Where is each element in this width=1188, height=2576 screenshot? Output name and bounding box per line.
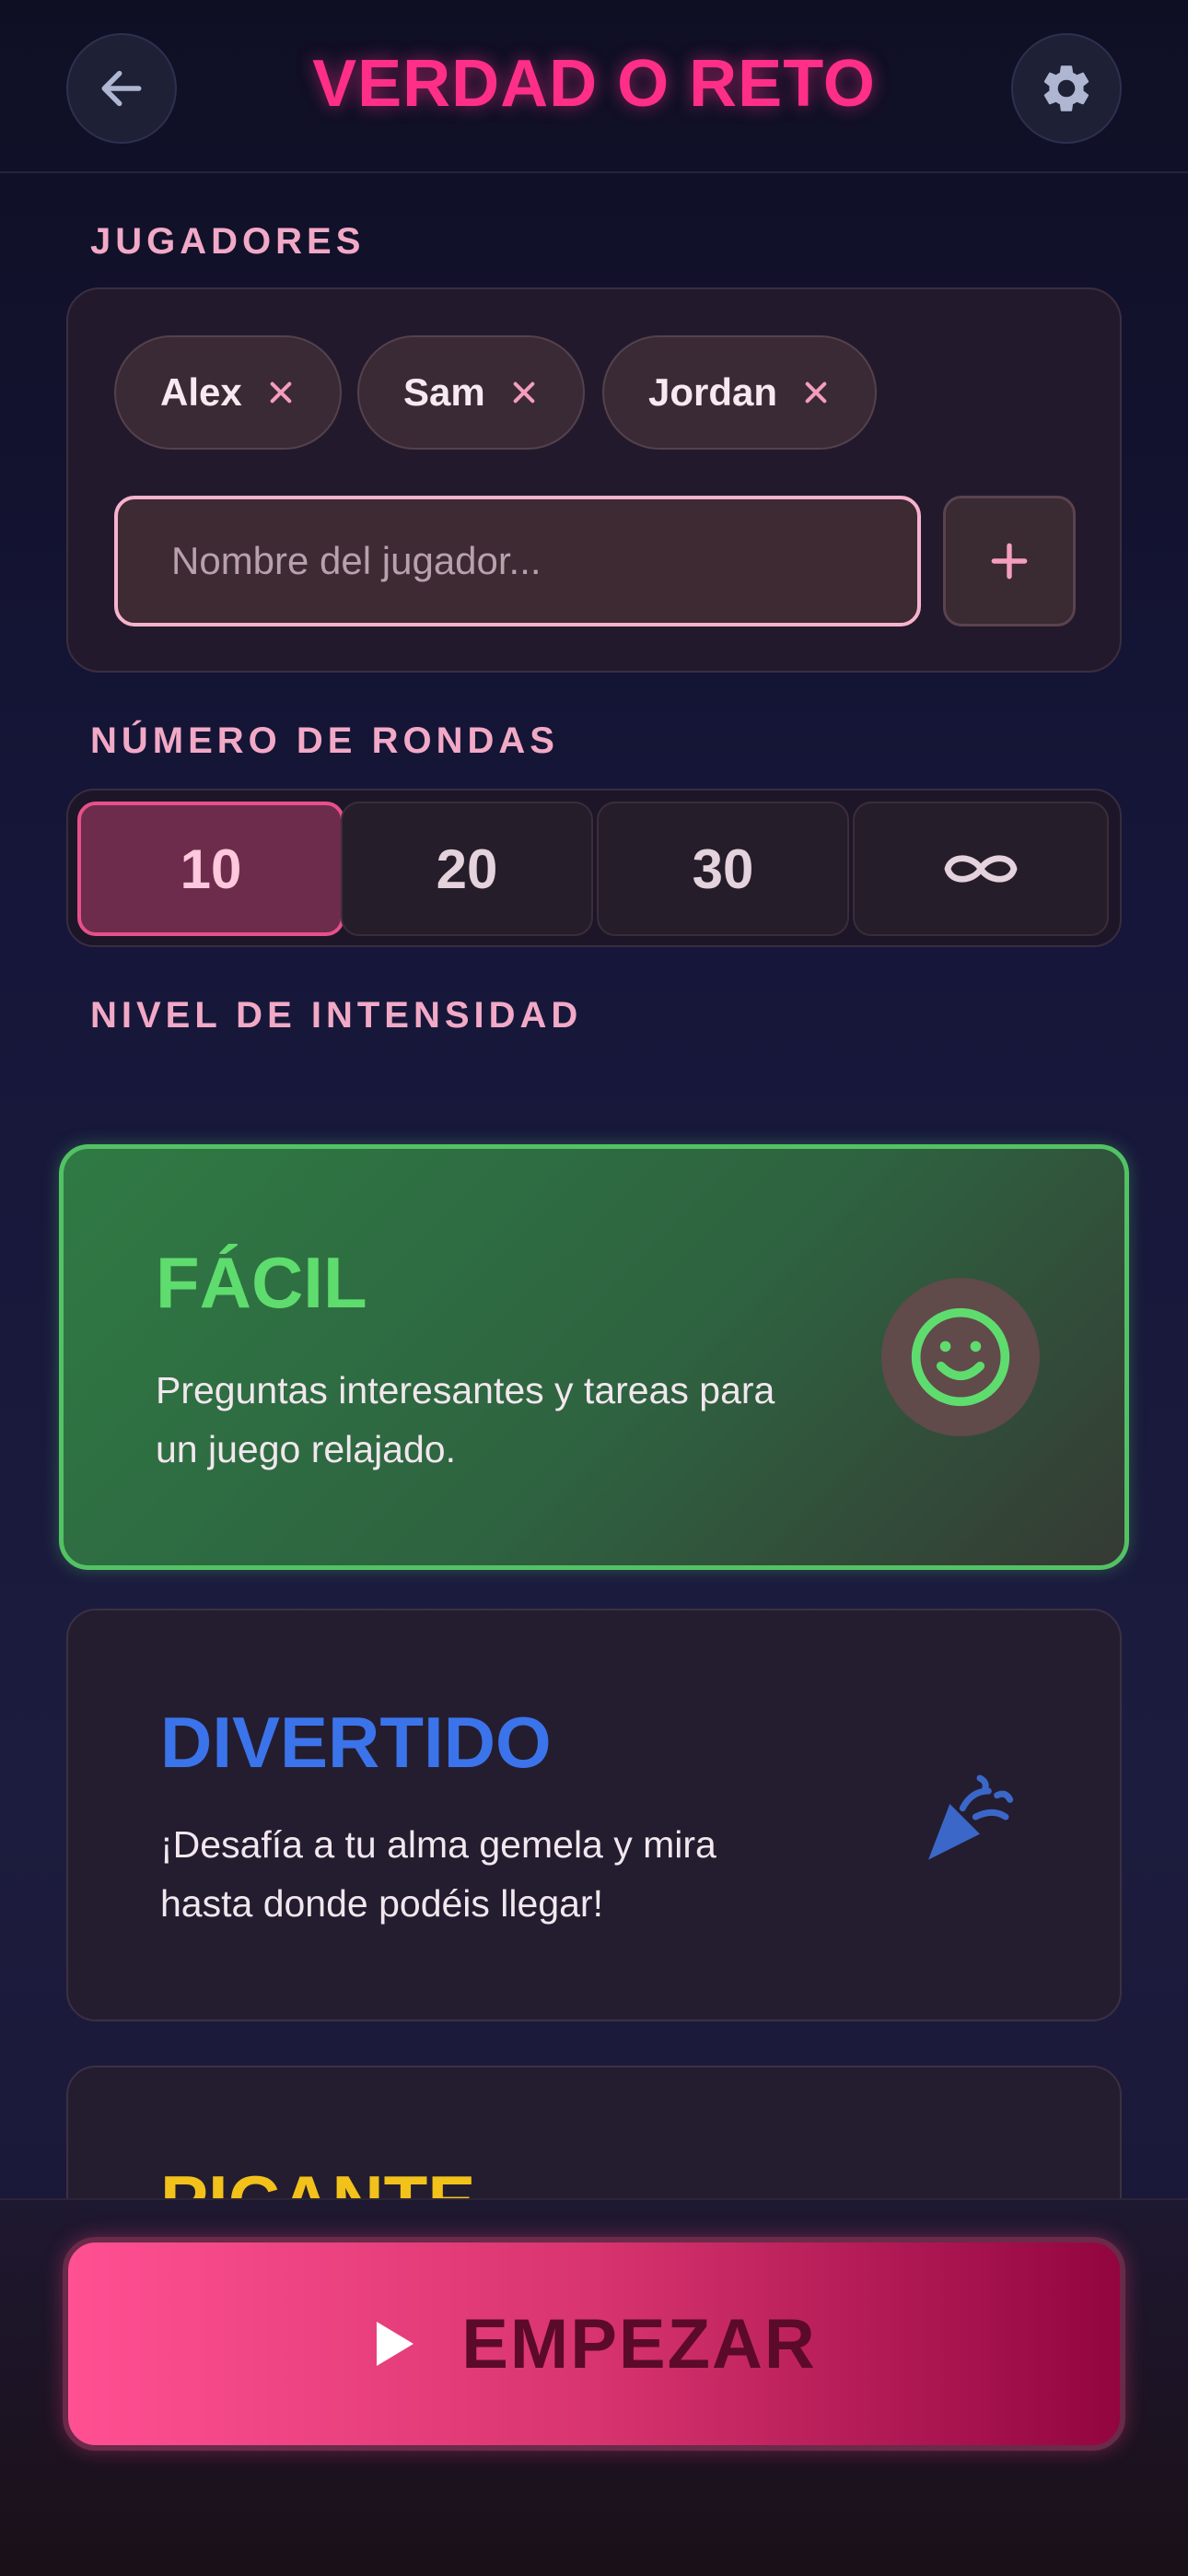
remove-player-button[interactable] [509, 378, 539, 407]
level-description: Preguntas interesantes y tareas para un … [156, 1369, 775, 1470]
player-name: Sam [403, 370, 485, 414]
plus-icon [991, 543, 1028, 580]
close-icon [805, 381, 827, 404]
round-option-20[interactable]: 20 [341, 802, 593, 936]
player-chip: Alex [114, 335, 342, 450]
gear-icon [1043, 65, 1089, 111]
infinity-icon [944, 855, 1018, 883]
level-icon-badge [881, 1278, 1040, 1436]
party-popper-icon [928, 1774, 1014, 1860]
close-icon [270, 381, 292, 404]
add-player-button[interactable] [943, 496, 1076, 626]
remove-player-button[interactable] [801, 378, 831, 407]
settings-button[interactable] [1011, 33, 1122, 144]
round-option-10[interactable]: 10 [77, 802, 344, 936]
player-chip: Jordan [602, 335, 878, 450]
player-name: Jordan [648, 370, 778, 414]
level-title: FÁCIL [156, 1242, 367, 1323]
round-option-infinite[interactable] [853, 802, 1109, 936]
rounds-section-label: NÚMERO DE RONDAS [90, 720, 559, 761]
level-description: ¡Desafía a tu alma gemela y mira hasta d… [160, 1823, 716, 1925]
player-name: Alex [160, 370, 242, 414]
app-title: VERDAD O RETO [312, 47, 876, 121]
level-title: DIVERTIDO [160, 1702, 552, 1783]
smiley-icon [911, 1307, 1010, 1407]
round-option-30[interactable]: 30 [597, 802, 849, 936]
player-name-input[interactable] [114, 496, 921, 626]
bottom-action-bar: EMPEZAR [0, 2198, 1188, 2576]
players-section-label: JUGADORES [90, 221, 366, 262]
level-card-fun[interactable]: DIVERTIDO ¡Desafía a tu alma gemela y mi… [66, 1609, 1122, 2021]
remove-player-button[interactable] [266, 378, 296, 407]
level-card-easy[interactable]: FÁCIL Preguntas interesantes y tareas pa… [59, 1144, 1129, 1570]
player-chip: Sam [357, 335, 585, 450]
intensity-section-label: NIVEL DE INTENSIDAD [90, 995, 583, 1036]
start-button[interactable]: EMPEZAR [63, 2237, 1125, 2451]
start-button-label: EMPEZAR [461, 2304, 817, 2383]
app-header: VERDAD O RETO [0, 0, 1188, 173]
close-icon [513, 381, 535, 404]
play-icon [371, 2320, 415, 2368]
rounds-selector: 10 20 30 [66, 789, 1122, 947]
players-card: Alex Sam Jordan [66, 287, 1122, 673]
